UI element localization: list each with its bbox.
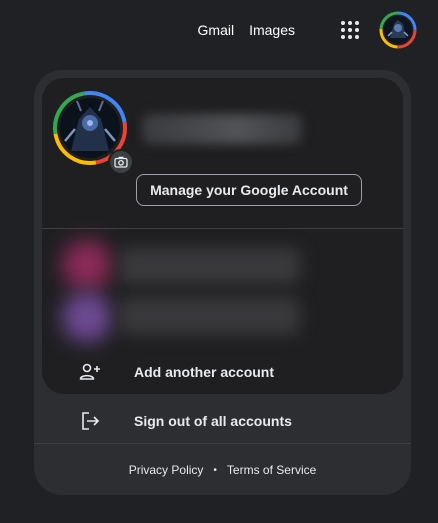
camera-icon [114,156,128,168]
gmail-link[interactable]: Gmail [198,22,235,38]
manage-account-button[interactable]: Manage your Google Account [136,174,362,206]
images-link[interactable]: Images [249,22,295,38]
account-panel: Manage your Google Account Add another a… [34,70,411,495]
footer-links: Privacy Policy • Terms of Service [34,460,411,480]
sign-out-label: Sign out of all accounts [134,413,292,429]
logout-icon [78,409,102,433]
profile-avatar[interactable] [51,89,134,175]
add-account-label: Add another account [134,364,275,380]
footer-divider [34,443,411,444]
change-photo-button[interactable] [108,149,134,175]
other-accounts-redacted [62,238,322,348]
terms-of-service-link[interactable]: Terms of Service [227,463,316,477]
footer-separator: • [213,464,217,476]
account-card: Manage your Google Account Add another a… [42,78,403,394]
top-bar: Gmail Images [0,10,418,50]
apps-grid-icon[interactable] [334,14,366,46]
account-avatar-button[interactable] [378,10,418,50]
person-add-icon [78,360,102,384]
divider [42,228,403,229]
add-account-row[interactable]: Add another account [78,354,274,390]
sign-out-row[interactable]: Sign out of all accounts [78,403,292,439]
account-avatar-icon [379,11,417,49]
account-name-redacted [142,114,302,144]
privacy-policy-link[interactable]: Privacy Policy [129,463,204,477]
